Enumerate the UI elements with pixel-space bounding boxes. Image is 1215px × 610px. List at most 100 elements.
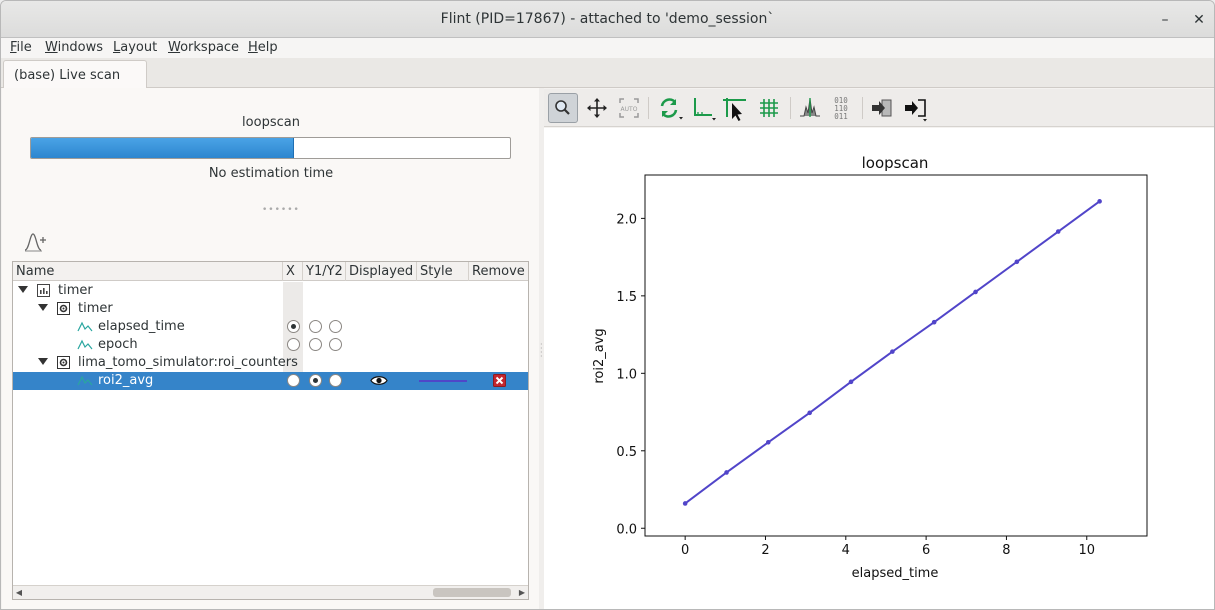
plot-frame xyxy=(644,174,1148,537)
scrollbar-thumb[interactable] xyxy=(433,588,511,597)
tree-row[interactable]: lima_tomo_simulator:roi_counters xyxy=(13,354,528,372)
tree-row[interactable]: timer xyxy=(13,300,528,318)
menu-windows-label: indows xyxy=(57,40,104,55)
tree-row[interactable]: elapsed_time xyxy=(13,318,528,336)
x-axis-radio[interactable] xyxy=(287,374,300,387)
menu-file[interactable]: File xyxy=(10,40,32,55)
estimation-time-label: No estimation time xyxy=(208,166,334,181)
refresh-icon[interactable] xyxy=(654,93,684,123)
col-y1y2[interactable]: Y1/Y2 xyxy=(303,262,346,281)
menu-workspace[interactable]: Workspace xyxy=(168,40,239,55)
curve-icon xyxy=(77,338,93,351)
scroll-left-icon[interactable]: ◀ xyxy=(13,586,25,599)
col-x[interactable]: X xyxy=(283,262,303,281)
col-style[interactable]: Style xyxy=(417,262,469,281)
menu-help-accel: H xyxy=(248,40,258,55)
progress-fill xyxy=(31,138,295,158)
curve-icon xyxy=(77,320,93,333)
y1-axis-radio[interactable] xyxy=(309,320,322,333)
row-label: roi2_avg xyxy=(98,373,154,388)
binary-data-icon[interactable]: 010 110 011 xyxy=(826,93,856,123)
scan-panel: loopscan No estimation time •••••• Name … xyxy=(2,88,540,609)
y1-axis-radio[interactable] xyxy=(309,374,322,387)
menu-help-label: elp xyxy=(257,40,278,55)
histogram-icon[interactable] xyxy=(795,93,825,123)
splitter-grip: · · · · xyxy=(540,340,543,361)
menu-windows-accel: W xyxy=(45,40,58,55)
curve-icon xyxy=(77,374,93,387)
export-icon[interactable] xyxy=(901,93,931,123)
toolbar-separator xyxy=(790,97,791,119)
tree-row[interactable]: epoch xyxy=(13,336,528,354)
y-tick-label: 2.0 xyxy=(616,212,637,227)
curve-fit-icon[interactable] xyxy=(22,230,48,254)
x-tick-label: 4 xyxy=(842,543,850,558)
toolbar-separator xyxy=(648,97,649,119)
expand-arrow-icon[interactable] xyxy=(18,286,28,293)
plot-area[interactable]: loopscan 0 2 4 6 8 10 0.0 0.5 1.0 1.5 2.0 elapsed_… xyxy=(544,128,1214,609)
toolbar-separator xyxy=(862,97,863,119)
remove-icon[interactable] xyxy=(493,374,506,387)
menu-layout[interactable]: Layout xyxy=(113,40,157,55)
col-displayed[interactable]: Displayed xyxy=(346,262,417,281)
col-name[interactable]: Name xyxy=(13,262,283,281)
minimize-button[interactable]: – xyxy=(1154,9,1176,31)
y-tick-label: 1.5 xyxy=(616,290,637,305)
splitter-handle[interactable]: •••••• xyxy=(262,205,300,215)
menu-help[interactable]: Help xyxy=(248,40,278,55)
x-tick-label: 10 xyxy=(1078,543,1095,558)
menu-layout-label: ayout xyxy=(120,40,158,55)
zoom-mode-icon[interactable] xyxy=(548,93,578,123)
window-title: Flint (PID=17867) - attached to 'demo_se… xyxy=(440,11,775,27)
pan-mode-icon[interactable] xyxy=(582,93,612,123)
row-label: timer xyxy=(78,301,113,316)
crosshair-cursor-icon[interactable] xyxy=(720,93,750,123)
close-button[interactable]: ✕ xyxy=(1188,9,1210,31)
horizontal-scrollbar[interactable]: ◀ ▶ xyxy=(13,585,528,599)
y-axis-label: roi2_avg xyxy=(592,328,607,383)
x-tick-label: 6 xyxy=(922,543,930,558)
expand-arrow-icon[interactable] xyxy=(38,358,48,365)
tree-row-selected[interactable]: roi2_avg xyxy=(13,372,528,390)
col-remove[interactable]: Remove xyxy=(469,262,528,281)
x-axis-radio[interactable] xyxy=(287,338,300,351)
data-point xyxy=(765,439,771,445)
data-point xyxy=(848,379,854,385)
x-axis-radio[interactable] xyxy=(287,320,300,333)
y-tick-label: 0.5 xyxy=(616,445,637,460)
device-icon xyxy=(57,302,70,315)
data-point xyxy=(1055,229,1061,234)
auto-scale-icon[interactable]: AUTO xyxy=(614,93,644,123)
menu-workspace-label: orkspace xyxy=(180,40,240,55)
style-line[interactable] xyxy=(419,380,467,382)
data-point xyxy=(807,410,812,416)
row-label: epoch xyxy=(98,337,138,352)
grid-icon[interactable] xyxy=(754,93,784,123)
y1-axis-radio[interactable] xyxy=(309,338,322,351)
flint-window: Flint (PID=17867) - attached to 'demo_se… xyxy=(0,0,1215,610)
data-point xyxy=(973,289,978,295)
title-bar[interactable]: Flint (PID=17867) - attached to 'demo_se… xyxy=(1,1,1214,38)
data-point xyxy=(890,349,895,354)
eye-icon[interactable] xyxy=(370,374,388,387)
scroll-right-icon[interactable]: ▶ xyxy=(516,586,528,599)
tab-live-scan[interactable]: (base) Live scan xyxy=(3,60,147,89)
y2-axis-radio[interactable] xyxy=(329,320,342,333)
row-label: lima_tomo_simulator:roi_counters xyxy=(78,355,298,370)
row-label: timer xyxy=(58,283,93,298)
x-axis-label: elapsed_time xyxy=(852,566,939,581)
expand-arrow-icon[interactable] xyxy=(38,304,48,311)
y2-axis-radio[interactable] xyxy=(329,338,342,351)
data-point xyxy=(1097,199,1102,204)
axes-options-icon[interactable] xyxy=(688,93,718,123)
y2-axis-radio[interactable] xyxy=(329,374,342,387)
menu-windows[interactable]: Windows xyxy=(45,40,103,55)
chart-title: loopscan xyxy=(862,154,929,172)
import-icon[interactable] xyxy=(867,93,897,123)
loopscan-chart[interactable]: loopscan 0 2 4 6 8 10 0.0 0.5 1.0 1.5 2.0 elapsed_… xyxy=(544,128,1214,609)
y-tick-label: 1.0 xyxy=(616,367,637,382)
tree-row[interactable]: timer xyxy=(13,282,528,300)
scan-name: loopscan xyxy=(242,115,300,130)
tree-header: Name X Y1/Y2 Displayed Style Remove xyxy=(13,262,528,281)
data-point xyxy=(1014,259,1020,265)
